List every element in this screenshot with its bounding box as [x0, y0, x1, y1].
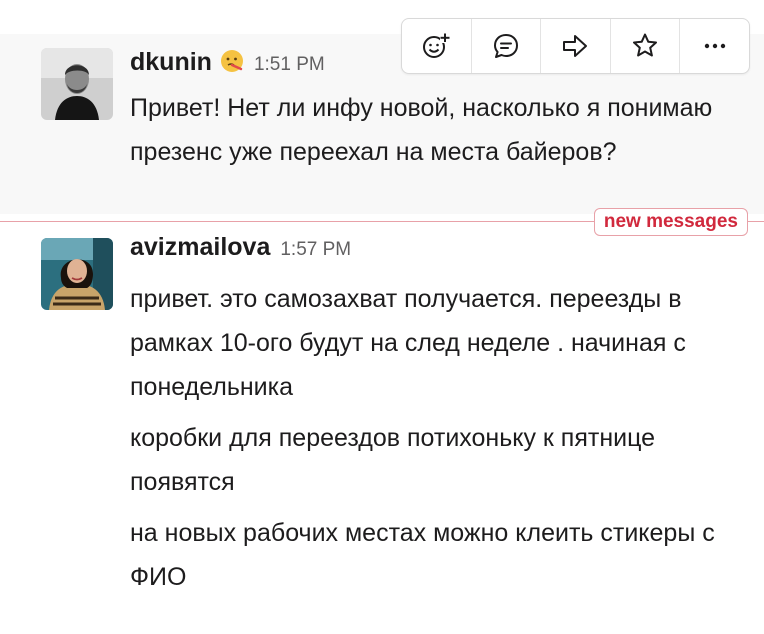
face-with-thermometer-emoji-icon[interactable]	[220, 49, 244, 73]
author-name[interactable]: avizmailova	[130, 233, 270, 262]
message-text: привет. это самозахват получается. перее…	[130, 285, 686, 401]
message-timestamp[interactable]: 1:51 PM	[254, 54, 325, 76]
reply-in-thread-icon	[493, 34, 518, 58]
save-star-icon	[633, 33, 658, 57]
more-actions-button[interactable]	[680, 19, 749, 73]
author-name[interactable]: dkunin	[130, 48, 212, 77]
message-body: привет. это самозахват получается. перее…	[130, 277, 730, 599]
avatar-avizmailova[interactable]	[41, 238, 113, 310]
message-body: Привет! Нет ли инфу новой, насколько я п…	[130, 86, 730, 174]
message-text: Привет! Нет ли инфу новой, насколько я п…	[130, 94, 713, 166]
add-reaction-button[interactable]	[402, 19, 472, 73]
message-actions-toolbar	[401, 18, 750, 74]
message-text: коробки для переездов потихоньку к пятни…	[130, 424, 656, 496]
save-message-button[interactable]	[611, 19, 681, 73]
more-actions-icon	[704, 43, 725, 49]
message-timestamp[interactable]: 1:57 PM	[280, 239, 351, 261]
share-message-button[interactable]	[541, 19, 611, 73]
message-avizmailova: avizmailova 1:57 PM привет. это самозахв…	[0, 228, 764, 634]
add-reaction-icon	[423, 33, 451, 58]
message-text: на новых рабочих местах можно клеить сти…	[130, 519, 715, 591]
reply-in-thread-button[interactable]	[472, 19, 542, 73]
share-message-icon	[563, 35, 588, 57]
avatar-dkunin[interactable]	[41, 48, 113, 120]
